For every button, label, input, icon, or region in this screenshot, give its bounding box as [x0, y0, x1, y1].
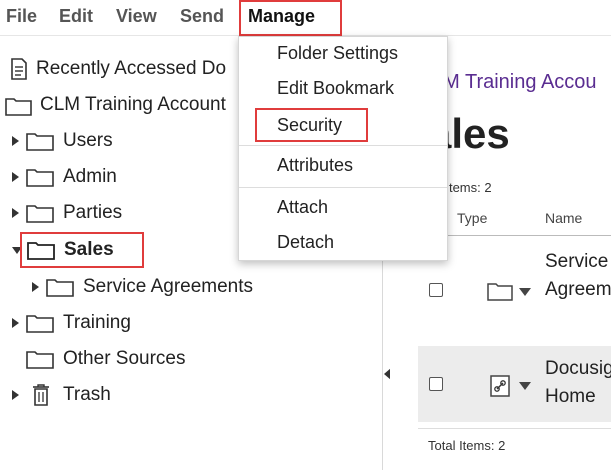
tree-item-label: Other Sources: [63, 348, 186, 369]
menu-separator: [239, 187, 447, 188]
tree-item-label: Recently Accessed Do: [36, 58, 227, 79]
menu-separator: [239, 145, 447, 146]
tree-item-label: Parties: [63, 202, 123, 223]
expand-arrow-icon[interactable]: [12, 390, 19, 400]
footer-divider: [418, 428, 611, 429]
document-icon: [11, 58, 27, 80]
column-header-type[interactable]: Type: [457, 210, 487, 226]
row-checkbox[interactable]: [429, 377, 443, 391]
tree-item-label: Training: [63, 312, 131, 333]
row-name-line1[interactable]: Service: [545, 248, 608, 276]
menu-file[interactable]: File: [6, 6, 37, 27]
manage-dropdown-menu: Folder Settings Edit Bookmark Security A…: [238, 36, 448, 261]
manage-highlight: [239, 0, 342, 36]
folder-icon: [26, 351, 54, 369]
tree-item-training[interactable]: Training: [12, 308, 131, 338]
account-breadcrumb-link[interactable]: LM Training Accou: [432, 71, 597, 94]
tree-item-other-sources[interactable]: Other Sources: [25, 344, 186, 374]
tree-item-service-agreements[interactable]: Service Agreements: [32, 272, 253, 302]
row-checkbox[interactable]: [429, 283, 443, 297]
menu-item-attach[interactable]: Attach: [277, 197, 328, 218]
tree-item-label: CLM Training Account: [40, 94, 226, 115]
chevron-down-icon[interactable]: [519, 288, 531, 296]
row-name-line2[interactable]: Home: [545, 383, 596, 411]
tree-item-label: Admin: [63, 166, 117, 187]
menu-item-detach[interactable]: Detach: [277, 232, 334, 253]
tree-item-label: Users: [63, 130, 113, 151]
menu-edit[interactable]: Edit: [59, 6, 93, 27]
total-items-bottom: Total Items: 2: [428, 438, 506, 453]
menu-item-edit-bookmark[interactable]: Edit Bookmark: [277, 78, 394, 99]
security-highlight: [255, 108, 368, 142]
trash-icon: [33, 384, 49, 406]
folder-icon: [26, 205, 54, 223]
expand-arrow-icon[interactable]: [12, 172, 19, 182]
folder-icon: [487, 283, 513, 301]
tree-item-users[interactable]: Users: [12, 126, 113, 156]
sales-highlight: [20, 232, 144, 268]
expand-arrow-icon[interactable]: [32, 282, 39, 292]
column-header-name[interactable]: Name: [545, 210, 582, 226]
tree-item-parties[interactable]: Parties: [12, 198, 122, 228]
menu-item-folder-settings[interactable]: Folder Settings: [277, 43, 398, 64]
row-name-line1[interactable]: Docusig: [545, 355, 611, 383]
folder-icon: [26, 133, 54, 151]
tree-item-trash[interactable]: Trash: [12, 380, 111, 410]
tree-recently-accessed[interactable]: Recently Accessed Do: [10, 54, 226, 84]
expand-arrow-icon[interactable]: [12, 318, 19, 328]
tree-account[interactable]: CLM Training Account: [0, 90, 226, 120]
menu-item-attributes[interactable]: Attributes: [277, 155, 353, 176]
menu-send[interactable]: Send: [180, 6, 224, 27]
chevron-down-icon[interactable]: [519, 382, 531, 390]
folder-icon: [5, 98, 32, 116]
folder-icon: [46, 279, 74, 297]
tree-item-admin[interactable]: Admin: [12, 162, 117, 192]
tree-item-label: Trash: [63, 384, 111, 405]
folder-icon: [26, 315, 54, 333]
expand-arrow-icon[interactable]: [12, 208, 19, 218]
folder-icon: [26, 169, 54, 187]
expand-arrow-icon[interactable]: [12, 136, 19, 146]
link-icon: [490, 375, 510, 397]
menu-view[interactable]: View: [116, 6, 157, 27]
tree-item-label: Service Agreements: [83, 276, 254, 297]
row-name-line2[interactable]: Agreem: [545, 276, 611, 304]
